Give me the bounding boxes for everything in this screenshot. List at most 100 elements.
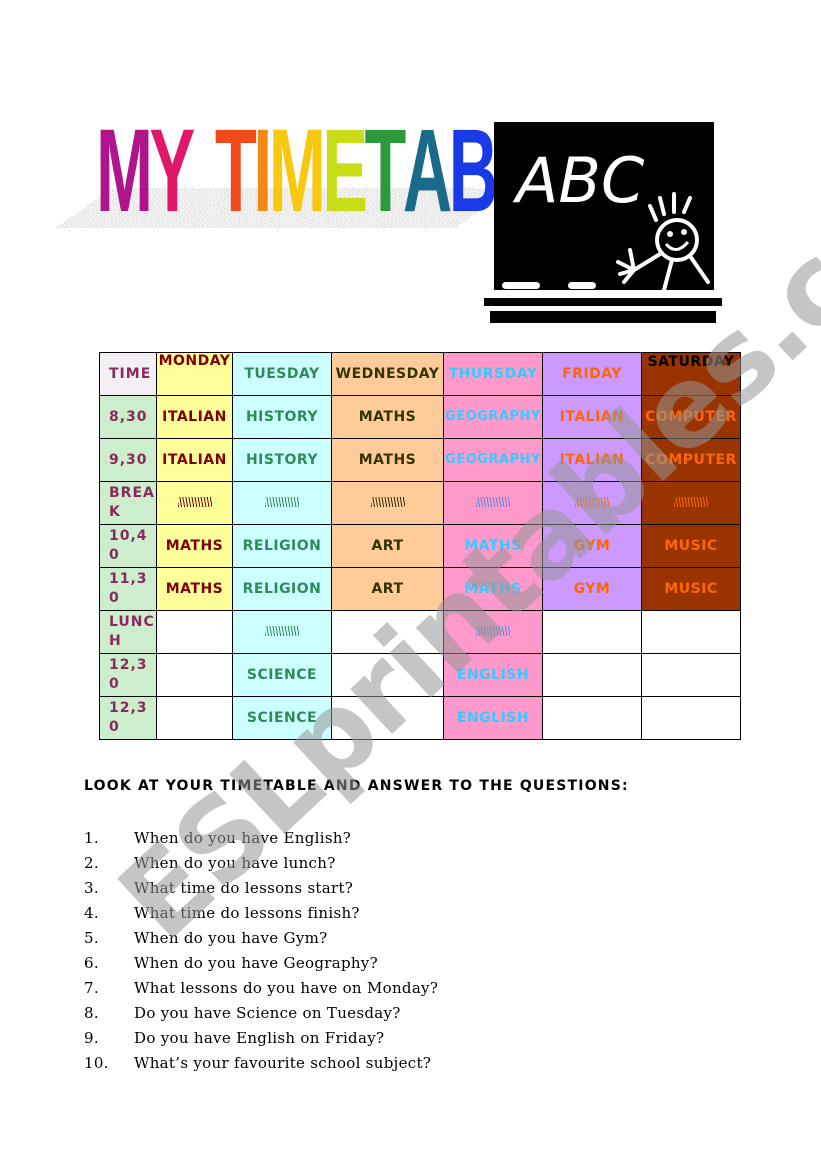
break-hatch bbox=[232, 610, 332, 654]
subject-cell: ART bbox=[331, 524, 444, 568]
table-row: 9,30 ITALIAN HISTORY MATHS GEOGRAPHY ITALIAN C… bbox=[99, 438, 741, 482]
hatch-mark bbox=[476, 497, 510, 507]
question-text: When do you have Gym? bbox=[134, 929, 328, 947]
header-saturday: SATURDAY bbox=[641, 352, 741, 396]
break-hatch bbox=[232, 481, 332, 525]
subject-cell: RELIGION bbox=[232, 524, 332, 568]
subject-cell: ENGLISH bbox=[443, 653, 543, 697]
question-text: What time do lessons finish? bbox=[134, 904, 360, 922]
subject-cell: MATHS bbox=[331, 438, 444, 482]
hatch-mark bbox=[265, 626, 299, 636]
subject-cell: ITALIAN bbox=[542, 395, 642, 439]
subject-cell: GYM bbox=[542, 524, 642, 568]
question-item: 7. What lessons do you have on Monday? bbox=[84, 979, 438, 1004]
header-tuesday: TUESDAY bbox=[232, 352, 332, 396]
question-item: 5. When do you have Gym? bbox=[84, 929, 438, 954]
header-monday: MONDAY bbox=[156, 352, 233, 396]
break-hatch bbox=[542, 481, 642, 525]
title-letter: T bbox=[364, 105, 406, 237]
subject-cell: MATHS bbox=[156, 524, 233, 568]
subject-cell: COMPUTER bbox=[641, 395, 741, 439]
table-row: 12,30 SCIENCE ENGLISH bbox=[99, 696, 741, 740]
header-wednesday: WEDNESDAY bbox=[331, 352, 444, 396]
title-letter: A bbox=[402, 105, 452, 237]
subject-cell: SCIENCE bbox=[232, 653, 332, 697]
question-number: 8. bbox=[84, 1004, 99, 1022]
subject-cell: RELIGION bbox=[232, 567, 332, 611]
header-time: TIME bbox=[99, 352, 157, 396]
question-number: 7. bbox=[84, 979, 99, 997]
break-hatch bbox=[443, 481, 543, 525]
hatch-mark bbox=[370, 497, 405, 507]
subject-cell: HISTORY bbox=[232, 395, 332, 439]
subject-cell: HISTORY bbox=[232, 438, 332, 482]
question-text: When do you have Geography? bbox=[134, 954, 378, 972]
question-text: What lessons do you have on Monday? bbox=[134, 979, 439, 997]
table-row: 8,30 ITALIAN HISTORY MATHS GEOGRAPHY ITALIAN C… bbox=[99, 395, 741, 439]
break-hatch bbox=[641, 481, 741, 525]
time-cell: LUNCH bbox=[99, 610, 157, 654]
question-item: 8. Do you have Science on Tuesday? bbox=[84, 1004, 438, 1029]
subject-cell: ITALIAN bbox=[542, 438, 642, 482]
time-cell: 11,30 bbox=[99, 567, 157, 611]
table-row: 10,40 MATHS RELIGION ART MATHS GYM MUSIC bbox=[99, 524, 741, 568]
subject-cell: MUSIC bbox=[641, 567, 741, 611]
empty-cell bbox=[156, 653, 233, 697]
title-letter: I bbox=[253, 105, 272, 237]
subject-cell: GYM bbox=[542, 567, 642, 611]
time-cell: 12,30 bbox=[99, 653, 157, 697]
empty-cell bbox=[641, 696, 741, 740]
subject-cell: ART bbox=[331, 567, 444, 611]
hatch-mark bbox=[575, 497, 609, 507]
table-row: 11,30 MATHS RELIGION ART MATHS GYM MUSIC bbox=[99, 567, 741, 611]
subject-cell: MATHS bbox=[443, 567, 543, 611]
chalkboard-ledge bbox=[484, 298, 722, 306]
question-item: 4. What time do lessons finish? bbox=[84, 904, 438, 929]
question-number: 10. bbox=[84, 1054, 109, 1072]
subject-cell: ITALIAN bbox=[156, 395, 233, 439]
timetable: TIME MONDAY TUESDAY WEDNESDAY THURSDAY FRIDAY… bbox=[99, 352, 741, 740]
table-row: 12,30 SCIENCE ENGLISH bbox=[99, 653, 741, 697]
question-item: 2. When do you have lunch? bbox=[84, 854, 438, 879]
hatch-mark bbox=[177, 497, 212, 507]
subject-cell: ITALIAN bbox=[156, 438, 233, 482]
question-list: 1. When do you have English? 2. When do you… bbox=[84, 829, 438, 1079]
question-item: 3. What time do lessons start? bbox=[84, 879, 438, 904]
question-item: 10. What’s your favourite school subject? bbox=[84, 1054, 438, 1079]
time-cell: 9,30 bbox=[99, 438, 157, 482]
table-row: LUNCH bbox=[99, 610, 741, 654]
chalkboard-base bbox=[490, 311, 716, 323]
header-friday: FRIDAY bbox=[542, 352, 642, 396]
question-item: 9. Do you have English on Friday? bbox=[84, 1029, 438, 1054]
empty-cell bbox=[641, 610, 741, 654]
question-number: 2. bbox=[84, 854, 99, 872]
time-cell: 10,40 bbox=[99, 524, 157, 568]
hatch-mark bbox=[265, 497, 299, 507]
header-thursday: THURSDAY bbox=[443, 352, 543, 396]
question-text: Do you have Science on Tuesday? bbox=[134, 1004, 401, 1022]
title-letter: M bbox=[96, 105, 153, 237]
question-text: What’s your favourite school subject? bbox=[134, 1054, 432, 1072]
hatch-mark bbox=[674, 497, 708, 507]
break-hatch bbox=[331, 481, 444, 525]
subject-cell: MATHS bbox=[443, 524, 543, 568]
table-row: BREAK bbox=[99, 481, 741, 525]
hatch-mark bbox=[476, 626, 510, 636]
question-number: 6. bbox=[84, 954, 99, 972]
question-number: 9. bbox=[84, 1029, 99, 1047]
subject-cell: ENGLISH bbox=[443, 696, 543, 740]
question-item: 6. When do you have Geography? bbox=[84, 954, 438, 979]
question-number: 3. bbox=[84, 879, 99, 897]
subject-cell: MATHS bbox=[156, 567, 233, 611]
question-text: When do you have English? bbox=[134, 829, 352, 847]
time-cell: 8,30 bbox=[99, 395, 157, 439]
subject-cell: SCIENCE bbox=[232, 696, 332, 740]
chalkboard-icon: ABC bbox=[484, 120, 724, 325]
empty-cell bbox=[542, 610, 642, 654]
empty-cell bbox=[331, 653, 444, 697]
title-letter: E bbox=[322, 105, 368, 237]
question-text: Do you have English on Friday? bbox=[134, 1029, 385, 1047]
header-row: TIME MONDAY TUESDAY WEDNESDAY THURSDAY FRIDAY… bbox=[99, 352, 741, 396]
subject-cell: GEOGRAPHY bbox=[443, 395, 543, 439]
subject-cell: COMPUTER bbox=[641, 438, 741, 482]
